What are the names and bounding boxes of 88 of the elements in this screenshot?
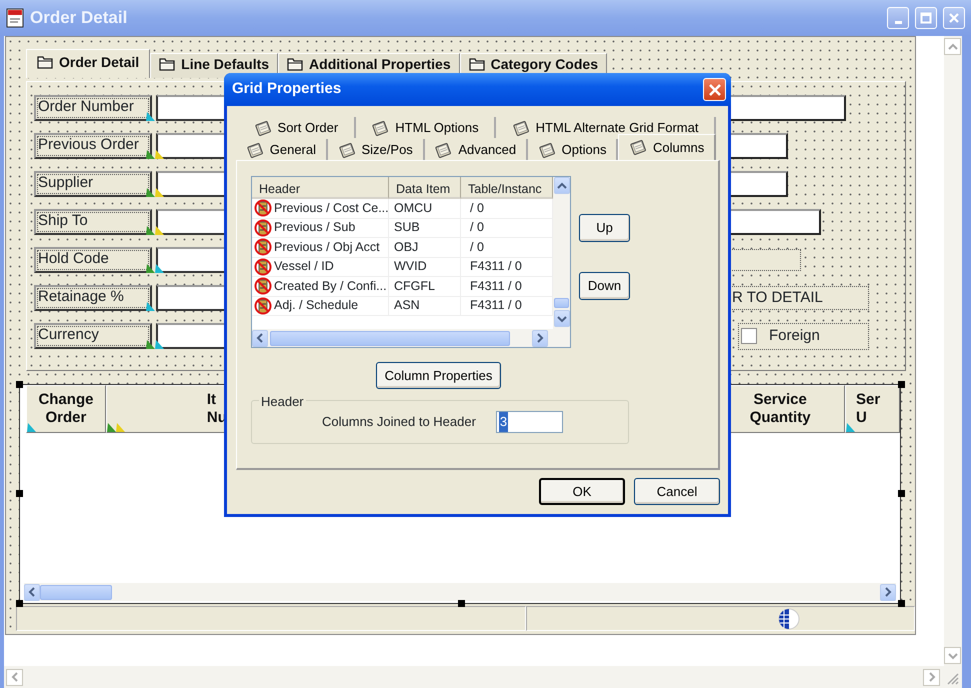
minimize-button[interactable]: [887, 7, 909, 29]
selection-handle[interactable]: [16, 490, 23, 497]
dialog-button[interactable]: OK: [539, 478, 625, 505]
list-cell-text: SUB: [394, 219, 420, 236]
selection-handle[interactable]: [898, 381, 905, 388]
window-title: Order Detail: [30, 7, 128, 30]
scroll-thumb[interactable]: [40, 584, 112, 600]
blocked-column-icon: [254, 277, 272, 296]
blocked-column-icon: [254, 296, 272, 315]
folder-icon: [287, 56, 304, 71]
dialog-button[interactable]: Down: [579, 272, 630, 300]
dialog-button[interactable]: Up: [579, 214, 630, 242]
form-tab[interactable]: Line Defaults: [150, 53, 278, 78]
selection-handle[interactable]: [16, 600, 23, 607]
form-tab[interactable]: Order Detail: [26, 49, 150, 78]
list-cell-text: F4311 / 0: [470, 278, 522, 295]
list-cell-text: CFGFL: [394, 278, 435, 295]
selection-handle[interactable]: [898, 600, 905, 607]
folder-icon: [468, 56, 485, 71]
list-cell-text: / 0: [470, 238, 484, 256]
scroll-down-button[interactable]: [944, 647, 961, 664]
dialog-tab[interactable]: Columns: [618, 134, 716, 160]
scroll-thumb[interactable]: [554, 298, 569, 308]
list-cell-text: F4311 / 0: [470, 297, 522, 314]
document-icon: [6, 8, 24, 28]
list-cell-text: Previous / Cost Ce...: [274, 200, 388, 217]
maximize-icon: [920, 12, 932, 24]
scroll-right-button[interactable]: [532, 330, 548, 346]
column-header[interactable]: Change Order: [26, 385, 106, 433]
scroll-up-button[interactable]: [944, 38, 961, 55]
list-cell-text: ASN: [394, 297, 420, 314]
field-label: Supplier: [34, 171, 152, 197]
blocked-column-icon: [254, 218, 272, 237]
folder-icon: [37, 54, 53, 69]
blocked-column-icon: [254, 238, 272, 256]
column-header[interactable]: Header: [252, 177, 389, 199]
vertical-scrollbar[interactable]: [944, 36, 962, 666]
minimize-icon: [894, 21, 902, 24]
field-label: Ship To: [34, 209, 152, 235]
close-icon: [708, 82, 722, 96]
blocked-column-icon: [254, 199, 272, 218]
horizontal-scrollbar[interactable]: [24, 583, 896, 601]
column-header[interactable]: Table/Instanc: [461, 177, 553, 199]
field-label: Currency: [34, 323, 152, 349]
dialog-button[interactable]: Cancel: [634, 478, 720, 505]
field-label: Order Number: [34, 95, 152, 121]
scroll-thumb[interactable]: [270, 330, 510, 346]
list-cell-text: WVID: [394, 258, 427, 276]
column-header[interactable]: Ser U: [845, 385, 900, 433]
horizontal-scrollbar[interactable]: [4, 666, 962, 688]
field-label: Retainage %: [34, 285, 152, 311]
list-cell-text: Vessel / ID: [274, 258, 334, 276]
scroll-left-button[interactable]: [6, 668, 23, 686]
dialog-title: Grid Properties: [232, 79, 342, 100]
close-button[interactable]: [943, 7, 965, 29]
folder-icon: [159, 56, 176, 71]
list-cell-text: Previous / Sub: [274, 219, 356, 236]
selection-handle[interactable]: [16, 381, 23, 388]
close-icon: [948, 12, 960, 24]
list-cell-text: / 0: [470, 200, 484, 217]
globe-icon: [777, 608, 801, 630]
list-cell-text: F4311 / 0: [470, 258, 522, 276]
scroll-right-button[interactable]: [923, 668, 940, 686]
column-properties-button[interactable]: Column Properties: [376, 362, 501, 389]
close-button[interactable]: [703, 78, 726, 101]
scroll-down-button[interactable]: [554, 310, 570, 327]
checkbox-square[interactable]: [741, 328, 757, 344]
list-cell-text: OMCU: [394, 200, 432, 217]
blocked-column-icon: [254, 258, 272, 276]
maximize-button[interactable]: [915, 7, 937, 29]
list-cell-text: / 0: [470, 219, 484, 236]
list-cell-text: Adj. / Schedule: [274, 297, 358, 314]
field-label: Previous Order: [34, 133, 152, 159]
column-header[interactable]: Data Item: [389, 177, 461, 199]
scroll-left-button[interactable]: [24, 584, 40, 600]
field-label: Hold Code: [34, 247, 152, 273]
list-cell-text: Previous / Obj Acct: [274, 238, 380, 256]
list-cell-text: OBJ: [394, 238, 418, 256]
list-cell-text: Created By / Confi...: [274, 278, 387, 295]
selection-handle[interactable]: [458, 600, 465, 607]
scroll-right-button[interactable]: [880, 584, 896, 600]
horizontal-scrollbar[interactable]: [252, 329, 570, 347]
field-label: Columns Joined to Header: [322, 413, 476, 432]
scroll-left-button[interactable]: [252, 330, 268, 346]
scroll-up-button[interactable]: [554, 177, 570, 194]
checkbox-field[interactable]: Foreign: [738, 322, 869, 350]
input-field[interactable]: 3: [496, 411, 563, 433]
selection-handle[interactable]: [898, 490, 905, 497]
